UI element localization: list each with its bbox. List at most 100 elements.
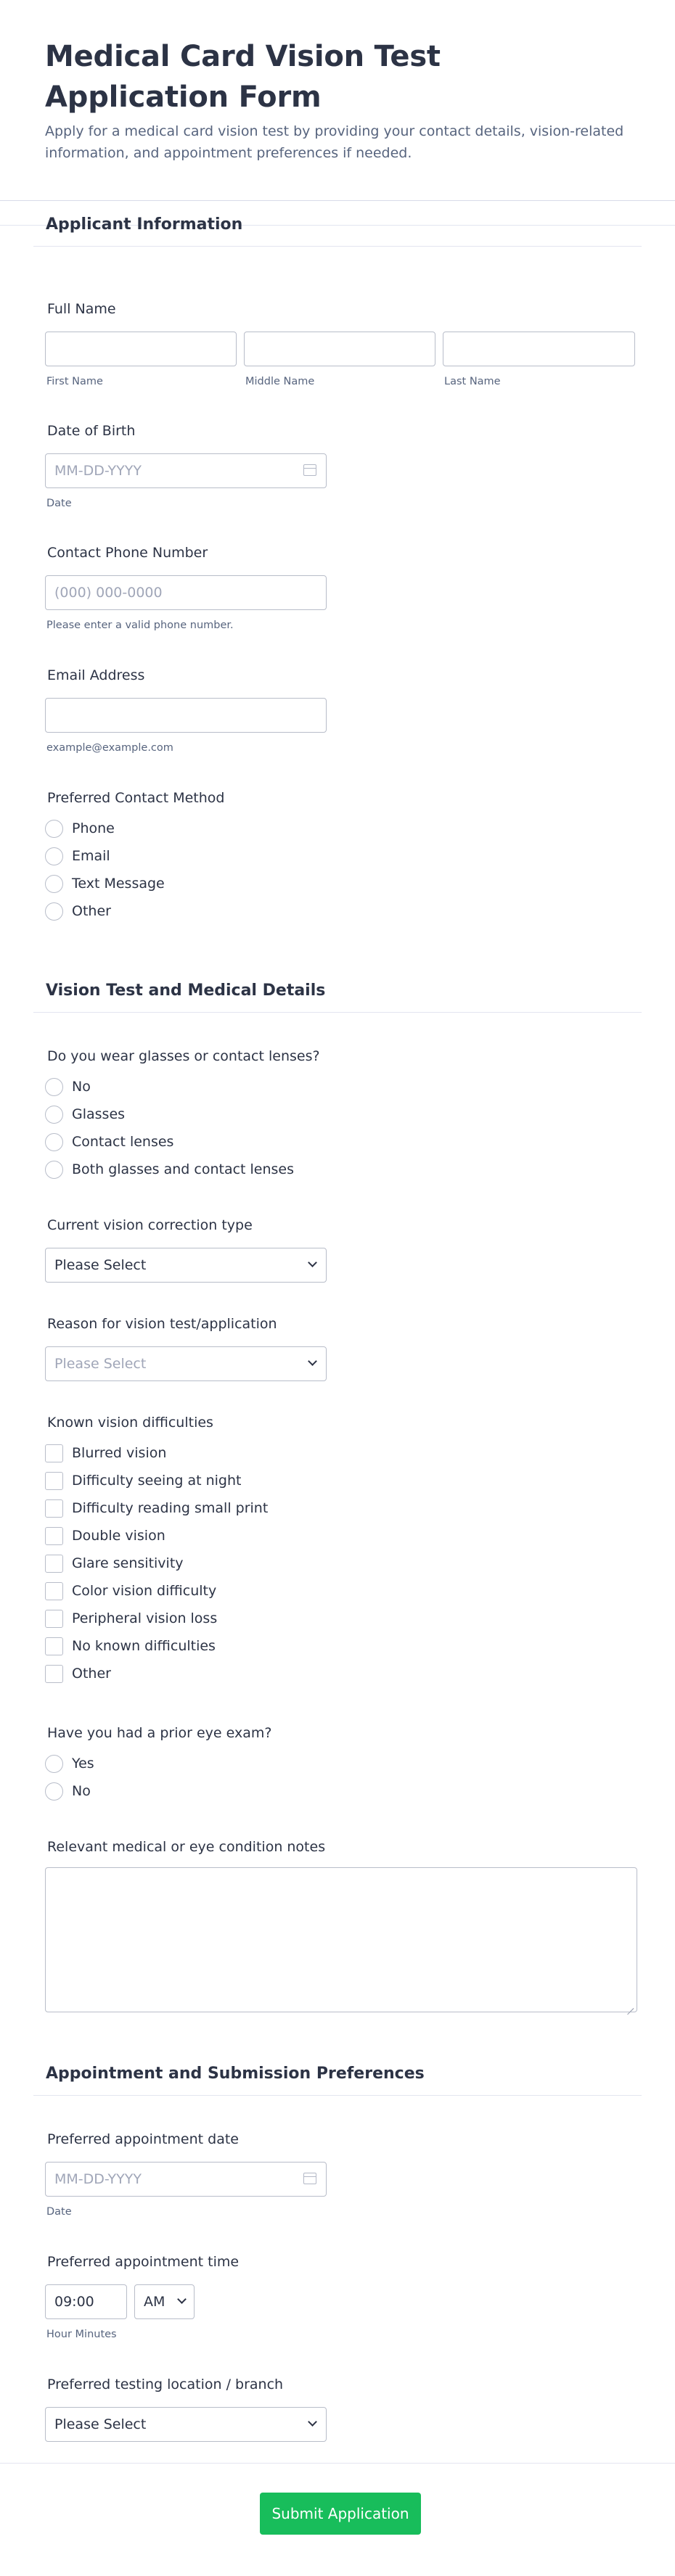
field-label: Date of Birth xyxy=(47,423,136,439)
time-value: 09:00 xyxy=(54,2294,94,2310)
time-sublabel: Hour Minutes xyxy=(46,2329,117,2340)
checkbox[interactable] xyxy=(45,1444,63,1462)
calendar-icon[interactable] xyxy=(303,2173,316,2184)
section-title: Vision Test and Medical Details xyxy=(46,982,326,1000)
notes-textarea-wrap xyxy=(45,1867,637,2012)
option-label: Glasses xyxy=(72,1106,126,1122)
radio-button[interactable] xyxy=(45,819,63,838)
option-label: Both glasses and contact lenses xyxy=(72,1161,295,1177)
option-label: Phone xyxy=(72,820,115,836)
checkbox[interactable] xyxy=(45,1609,63,1628)
radio-option[interactable]: Both glasses and contact lenses xyxy=(45,1160,294,1179)
correction-type-select[interactable]: Please Select xyxy=(45,1248,327,1283)
radio-button[interactable] xyxy=(45,1754,63,1773)
section-applicant: Applicant Information xyxy=(0,215,675,247)
radio-button[interactable] xyxy=(45,874,63,893)
option-label: Email xyxy=(72,848,110,864)
radio-option[interactable]: Contact lenses xyxy=(45,1132,173,1151)
checkbox-option[interactable]: Difficulty seeing at night xyxy=(45,1471,241,1490)
phone-field: Contact Phone Number (000) 000-0000 Plea… xyxy=(45,543,637,638)
checkbox-option[interactable]: Color vision difficulty xyxy=(45,1581,216,1600)
radio-option[interactable]: Yes xyxy=(45,1754,94,1773)
checkbox-option[interactable]: Other xyxy=(45,1664,111,1683)
email-input[interactable] xyxy=(45,698,327,733)
submit-button[interactable]: Submit Application xyxy=(260,2493,421,2535)
checkbox[interactable] xyxy=(45,1526,63,1545)
radio-button[interactable] xyxy=(45,1132,63,1151)
field-label: Preferred appointment time xyxy=(47,2254,240,2270)
option-label: Difficulty reading small print xyxy=(72,1500,269,1516)
radio-option[interactable]: Other xyxy=(45,902,111,921)
reason-field: Reason for vision test/application Pleas… xyxy=(45,1314,637,1387)
contact-method-field: Preferred Contact Method Phone Email Tex… xyxy=(45,789,637,926)
location-select[interactable]: Please Select xyxy=(45,2407,327,2442)
first-name-sublabel: First Name xyxy=(46,376,103,387)
select-placeholder: Please Select xyxy=(54,1356,147,1372)
first-name-input[interactable] xyxy=(45,332,237,366)
radio-option[interactable]: No xyxy=(45,1782,91,1801)
option-label: Other xyxy=(72,1666,111,1682)
field-label: Contact Phone Number xyxy=(47,545,208,561)
radio-option[interactable]: Email xyxy=(45,847,110,865)
full-name-field: Full Name First Name Middle Name Last Na… xyxy=(45,300,637,394)
option-label: Other xyxy=(72,903,111,919)
phone-input[interactable]: (000) 000-0000 xyxy=(45,575,327,610)
appt-time-field: Preferred appointment time 09:00 AM Hour… xyxy=(45,2252,637,2347)
field-label: Full Name xyxy=(47,301,116,317)
checkbox-option[interactable]: Difficulty reading small print xyxy=(45,1499,268,1518)
field-label: Known vision difficulties xyxy=(47,1415,213,1431)
checkbox-option[interactable]: Double vision xyxy=(45,1526,165,1545)
checkbox[interactable] xyxy=(45,1637,63,1655)
last-name-input[interactable] xyxy=(443,332,635,366)
checkbox[interactable] xyxy=(45,1554,63,1573)
checkbox[interactable] xyxy=(45,1664,63,1683)
resize-handle-icon[interactable] xyxy=(626,2001,634,2009)
checkbox-option[interactable]: Blurred vision xyxy=(45,1444,166,1462)
notes-textarea[interactable] xyxy=(45,1867,637,2012)
form-header: Medical Card Vision Test Application For… xyxy=(0,0,675,201)
radio-option[interactable]: Phone xyxy=(45,819,115,838)
ampm-select[interactable]: AM xyxy=(134,2284,195,2319)
radio-button[interactable] xyxy=(45,902,63,921)
radio-button[interactable] xyxy=(45,1782,63,1801)
checkbox-option[interactable]: Peripheral vision loss xyxy=(45,1609,217,1628)
middle-name-input[interactable] xyxy=(244,332,435,366)
location-field: Preferred testing location / branch Plea… xyxy=(45,2375,637,2448)
select-value: Please Select xyxy=(54,2416,147,2432)
correction-type-field: Current vision correction type Please Se… xyxy=(45,1216,637,1288)
appt-date-input[interactable]: MM-DD-YYYY xyxy=(45,2162,327,2197)
phone-sublabel: Please enter a valid phone number. xyxy=(46,620,234,631)
email-sublabel: example@example.com xyxy=(46,742,173,754)
checkbox[interactable] xyxy=(45,1499,63,1518)
field-label: Reason for vision test/application xyxy=(47,1316,277,1332)
form-footer: Submit Application xyxy=(0,2463,675,2576)
section-title: Applicant Information xyxy=(46,215,243,234)
glasses-field: Do you wear glasses or contact lenses? N… xyxy=(45,1047,637,1185)
dob-field: Date of Birth MM-DD-YYYY Date xyxy=(45,421,637,516)
dob-input[interactable]: MM-DD-YYYY xyxy=(45,453,327,488)
checkbox-option[interactable]: No known difficulties xyxy=(45,1637,216,1655)
radio-option[interactable]: No xyxy=(45,1077,91,1096)
appt-date-field: Preferred appointment date MM-DD-YYYY Da… xyxy=(45,2130,637,2224)
calendar-icon[interactable] xyxy=(303,464,316,476)
prior-exam-field: Have you had a prior eye exam? Yes No xyxy=(45,1724,637,1803)
section-title: Appointment and Submission Preferences xyxy=(46,2065,425,2083)
option-label: Double vision xyxy=(72,1528,165,1544)
radio-button[interactable] xyxy=(45,847,63,865)
time-input[interactable]: 09:00 xyxy=(45,2284,127,2319)
radio-option[interactable]: Glasses xyxy=(45,1105,125,1124)
reason-select[interactable]: Please Select xyxy=(45,1346,327,1381)
last-name-sublabel: Last Name xyxy=(444,376,501,387)
form-title: Medical Card Vision Test Application For… xyxy=(45,40,441,114)
date-placeholder: MM-DD-YYYY xyxy=(54,2171,142,2187)
field-label: Email Address xyxy=(47,667,145,683)
checkbox[interactable] xyxy=(45,1471,63,1490)
chevron-down-icon xyxy=(308,1258,317,1267)
checkbox[interactable] xyxy=(45,1581,63,1600)
field-label: Preferred appointment date xyxy=(47,2131,239,2147)
radio-option[interactable]: Text Message xyxy=(45,874,165,893)
checkbox-option[interactable]: Glare sensitivity xyxy=(45,1554,184,1573)
radio-button[interactable] xyxy=(45,1160,63,1179)
radio-button[interactable] xyxy=(45,1105,63,1124)
radio-button[interactable] xyxy=(45,1077,63,1096)
